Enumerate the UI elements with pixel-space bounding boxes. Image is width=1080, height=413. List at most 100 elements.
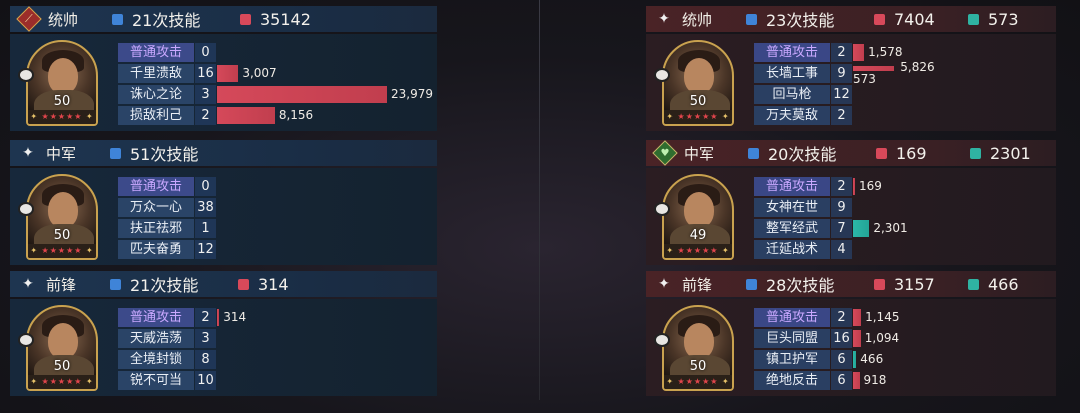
skill-list: 普通攻击 2 1,578 长墙工事 9 5,826 573 回马枪 12 万夫莫敌 2 xyxy=(754,42,1056,126)
skill-bars: 2,301 xyxy=(853,219,908,238)
general-portrait[interactable]: 50 ✦ ★★★★★ ✦ xyxy=(26,40,98,126)
skill-row[interactable]: 镇卫护军 6 466 xyxy=(754,349,1056,369)
position-glyph-icon: ✦ xyxy=(22,276,34,292)
skill-row[interactable]: 万众一心 38 xyxy=(118,197,437,217)
skill-total-text: 28次技能 xyxy=(766,276,835,295)
skill-total-text: 21次技能 xyxy=(130,276,199,295)
helmet-icon xyxy=(18,333,34,347)
card-body: 49 ✦ ★★★★★ ✦ 普通攻击 2 169 女神在世 9 整军经武 7 2,301 迁延战术 4 xyxy=(646,168,1056,265)
position-badge-icon: ✦ xyxy=(16,272,40,296)
skill-cast-count: 0 xyxy=(195,42,216,62)
skill-cast-count: 8 xyxy=(195,349,216,369)
general-portrait[interactable]: 50 ✦ ★★★★★ ✦ xyxy=(26,174,98,260)
portrait-face xyxy=(48,58,78,94)
skill-cast-count: 2 xyxy=(195,307,216,327)
skill-row[interactable]: 普通攻击 0 xyxy=(118,42,437,62)
skill-cast-count: 2 xyxy=(831,307,852,327)
center-divider xyxy=(539,0,540,400)
damage-value: 8,156 xyxy=(278,108,314,122)
position-badge-icon: ✦ xyxy=(652,272,676,296)
damage-bar xyxy=(853,43,865,61)
left-general-card[interactable]: ⟋ 统帅 21次技能 35142 50 ✦ ★★★★★ ✦ 普通攻击 0 千里溃敌 16 3,007… xyxy=(10,6,437,131)
skill-row[interactable]: 损敌利己 2 8,156 xyxy=(118,105,437,125)
damage-bar xyxy=(217,106,275,124)
damage-value: 3,007 xyxy=(242,66,277,80)
skill-count-icon xyxy=(748,147,759,159)
skill-cast-count: 9 xyxy=(831,63,852,83)
skill-row[interactable]: 整军经武 7 2,301 xyxy=(754,218,1056,238)
skill-name: 千里溃敌 xyxy=(118,63,194,83)
skill-row[interactable]: 普通攻击 2 1,145 xyxy=(754,307,1056,327)
skill-name: 普通攻击 xyxy=(754,307,830,327)
position-badge-icon: ✦ xyxy=(652,7,676,31)
skill-cast-count: 2 xyxy=(195,105,216,125)
skill-name: 损敌利己 xyxy=(118,105,194,125)
skill-count-icon xyxy=(746,278,757,290)
general-portrait[interactable]: 50 ✦ ★★★★★ ✦ xyxy=(662,305,734,391)
card-body: 50 ✦ ★★★★★ ✦ 普通攻击 2 1,578 长墙工事 9 5,826 573 回马枪 12 万… xyxy=(646,34,1056,131)
general-portrait[interactable]: 49 ✦ ★★★★★ ✦ xyxy=(662,174,734,260)
skill-name: 诛心之论 xyxy=(118,84,194,104)
skill-row[interactable]: 锐不可当 10 xyxy=(118,370,437,390)
left-general-card[interactable]: ✦ 中军 51次技能 50 ✦ ★★★★★ ✦ 普通攻击 0 万众一心 38 扶正祛邪 1 匹夫奋勇 1… xyxy=(10,140,437,265)
skill-row[interactable]: 普通攻击 2 314 xyxy=(118,307,437,327)
skill-row[interactable]: 普通攻击 0 xyxy=(118,176,437,196)
skill-bars: 169 xyxy=(853,177,882,196)
portrait-face xyxy=(48,192,78,228)
skill-total-text: 51次技能 xyxy=(130,145,199,164)
skill-row[interactable]: 天威浩荡 3 xyxy=(118,328,437,348)
skill-row[interactable]: 扶正祛邪 1 xyxy=(118,218,437,238)
skill-cast-count: 6 xyxy=(831,349,852,369)
general-portrait[interactable]: 50 ✦ ★★★★★ ✦ xyxy=(662,40,734,126)
skill-row[interactable]: 巨头同盟 16 1,094 xyxy=(754,328,1056,348)
skill-bars: 314 xyxy=(217,308,246,327)
helmet-icon xyxy=(18,202,34,216)
card-header: ✦ 前锋 21次技能 314 xyxy=(10,271,437,297)
skill-cast-count: 2 xyxy=(831,176,852,196)
damage-value: 5,826 xyxy=(900,59,935,74)
right-general-card[interactable]: ✦ 前锋 28次技能 3157 466 50 ✦ ★★★★★ ✦ 普通攻击 2 1,145 巨头同盟… xyxy=(646,271,1056,396)
damage-value: 23,979 xyxy=(391,87,433,101)
skill-cast-count: 0 xyxy=(195,176,216,196)
skill-row[interactable]: 长墙工事 9 5,826 573 xyxy=(754,59,1056,86)
damage-total-stat: 7404 xyxy=(874,10,962,29)
damage-bar xyxy=(853,329,861,347)
position-label: 统帅 xyxy=(48,10,79,29)
right-general-card[interactable]: ✦ 统帅 23次技能 7404 573 50 ✦ ★★★★★ ✦ 普通攻击 2 1,578 长墙工事… xyxy=(646,6,1056,131)
skill-count-icon xyxy=(746,13,757,25)
position-glyph-icon: ✦ xyxy=(22,145,34,161)
skill-bars: 1,578 xyxy=(853,43,903,62)
skill-total-stat: 21次技能 xyxy=(112,7,234,31)
damage-total-text: 35142 xyxy=(260,9,311,29)
general-level: 50 xyxy=(689,359,707,374)
star-rating: ✦ ★★★★★ ✦ xyxy=(28,375,96,389)
general-portrait[interactable]: 50 ✦ ★★★★★ ✦ xyxy=(26,305,98,391)
skill-row[interactable]: 匹夫奋勇 12 xyxy=(118,239,437,259)
skill-name: 万众一心 xyxy=(118,197,194,217)
damage-total-stat: 35142 xyxy=(240,10,328,29)
damage-value: 314 xyxy=(223,310,247,324)
skill-name: 普通攻击 xyxy=(118,307,194,327)
skill-row[interactable]: 女神在世 9 xyxy=(754,197,1056,217)
skill-row[interactable]: 普通攻击 2 169 xyxy=(754,176,1056,196)
general-level: 49 xyxy=(689,228,707,243)
skill-name: 扶正祛邪 xyxy=(118,218,194,238)
skill-name: 锐不可当 xyxy=(118,370,194,390)
left-general-card[interactable]: ✦ 前锋 21次技能 314 50 ✦ ★★★★★ ✦ 普通攻击 2 314 天威浩荡 3 全境封锁 8… xyxy=(10,271,437,396)
helmet-icon xyxy=(654,68,670,82)
helmet-icon xyxy=(18,68,34,82)
skill-row[interactable]: 诛心之论 3 23,979 xyxy=(118,84,437,104)
skill-row[interactable]: 全境封锁 8 xyxy=(118,349,437,369)
skill-total-text: 20次技能 xyxy=(768,145,837,164)
skill-name: 整军经武 xyxy=(754,218,830,238)
skill-list: 普通攻击 2 1,145 巨头同盟 16 1,094 镇卫护军 6 466 绝地反击 6 918 xyxy=(754,307,1056,391)
skill-name: 镇卫护军 xyxy=(754,349,830,369)
skill-row[interactable]: 万夫莫敌 2 xyxy=(754,105,1056,125)
damage-value: 1,145 xyxy=(865,310,900,324)
damage-total-text: 3157 xyxy=(894,274,935,294)
skill-row[interactable]: 绝地反击 6 918 xyxy=(754,370,1056,390)
skill-row[interactable]: 迁延战术 4 xyxy=(754,239,1056,259)
skill-row[interactable]: 千里溃敌 16 3,007 xyxy=(118,63,437,83)
right-general-card[interactable]: ♥ 中军 20次技能 169 2301 49 ✦ ★★★★★ ✦ 普通攻击 2 169 女神在世 9 整… xyxy=(646,140,1056,265)
skill-row[interactable]: 回马枪 12 xyxy=(754,84,1056,104)
